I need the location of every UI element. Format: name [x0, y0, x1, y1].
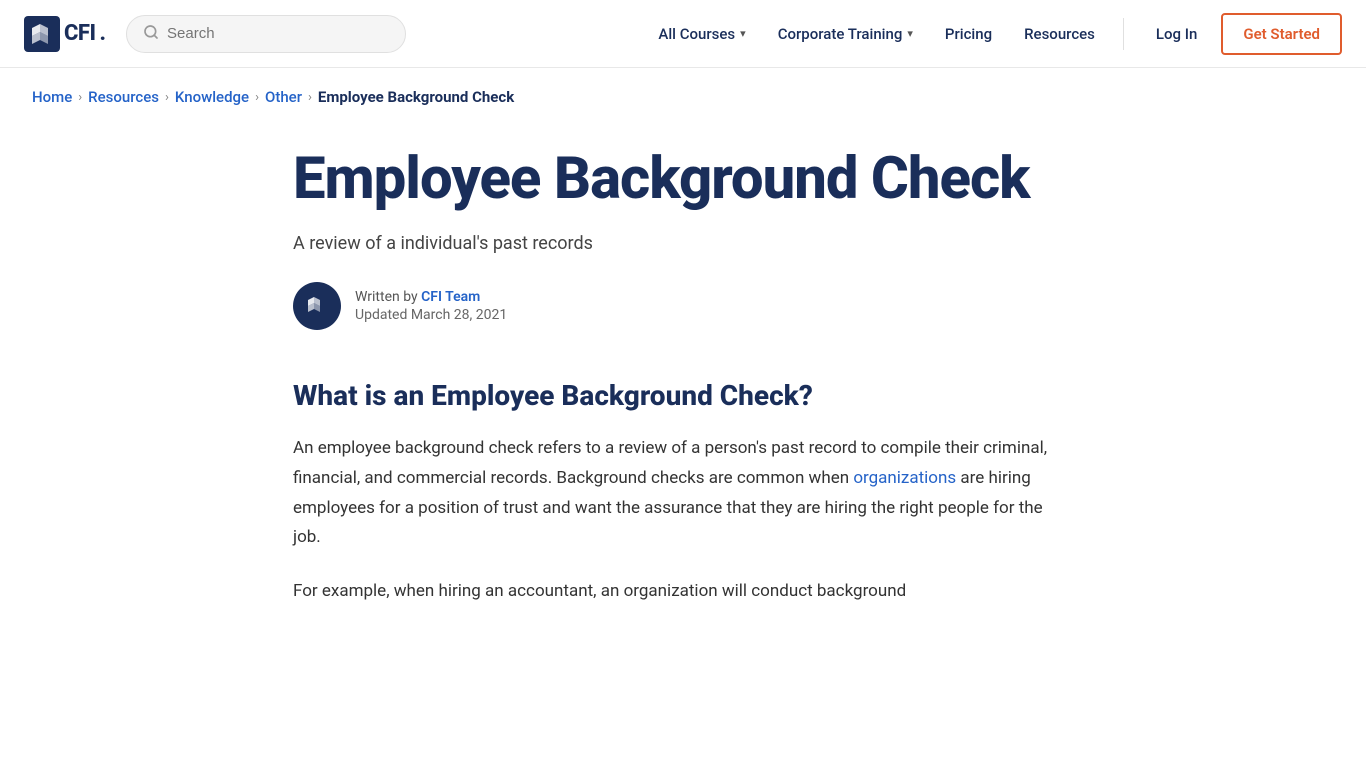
breadcrumb-current: Employee Background Check: [318, 88, 514, 106]
nav-pricing[interactable]: Pricing: [933, 17, 1004, 51]
main-content: Employee Background Check A review of a …: [253, 126, 1113, 691]
author-block: Written by CFI Team Updated March 28, 20…: [293, 282, 1073, 330]
chevron-down-icon: ▾: [740, 27, 746, 40]
breadcrumb-separator: ›: [78, 90, 82, 105]
breadcrumb-separator: ›: [255, 90, 259, 105]
breadcrumb-knowledge[interactable]: Knowledge: [175, 88, 249, 106]
breadcrumb: Home › Resources › Knowledge › Other › E…: [0, 68, 1366, 126]
breadcrumb-separator: ›: [165, 90, 169, 105]
logo-dot: .: [100, 21, 107, 46]
logo-link[interactable]: CFI.: [24, 16, 106, 52]
nav-resources[interactable]: Resources: [1012, 17, 1107, 51]
updated-date: Updated March 28, 2021: [355, 307, 507, 323]
author-link[interactable]: CFI Team: [421, 289, 480, 305]
organizations-link[interactable]: organizations: [853, 468, 956, 488]
section1-heading: What is an Employee Background Check?: [293, 378, 1073, 414]
section1-para2: For example, when hiring an accountant, …: [293, 577, 1073, 607]
nav-divider: [1123, 18, 1124, 50]
logo-text: CFI: [64, 21, 96, 46]
author-avatar: [293, 282, 341, 330]
breadcrumb-separator: ›: [308, 90, 312, 105]
get-started-button[interactable]: Get Started: [1221, 13, 1342, 55]
author-info: Written by CFI Team Updated March 28, 20…: [355, 289, 507, 323]
nav-corporate-training[interactable]: Corporate Training ▾: [766, 17, 925, 51]
breadcrumb-other[interactable]: Other: [265, 88, 302, 106]
article-subtitle: A review of a individual's past records: [293, 233, 1073, 254]
navbar: CFI. All Courses ▾ Corporate Training ▾ …: [0, 0, 1366, 68]
search-input[interactable]: [167, 25, 389, 42]
section1-para1: An employee background check refers to a…: [293, 434, 1073, 553]
article-title: Employee Background Check: [293, 146, 1073, 213]
breadcrumb-home[interactable]: Home: [32, 88, 72, 106]
chevron-down-icon: ▾: [907, 27, 913, 40]
written-by: Written by CFI Team: [355, 289, 507, 305]
logo-icon: [24, 16, 60, 52]
login-button[interactable]: Log In: [1140, 17, 1213, 51]
search-box[interactable]: [126, 15, 406, 53]
nav-all-courses[interactable]: All Courses ▾: [646, 17, 757, 51]
nav-links: All Courses ▾ Corporate Training ▾ Prici…: [646, 13, 1342, 55]
breadcrumb-resources[interactable]: Resources: [88, 88, 159, 106]
search-icon: [143, 24, 159, 44]
